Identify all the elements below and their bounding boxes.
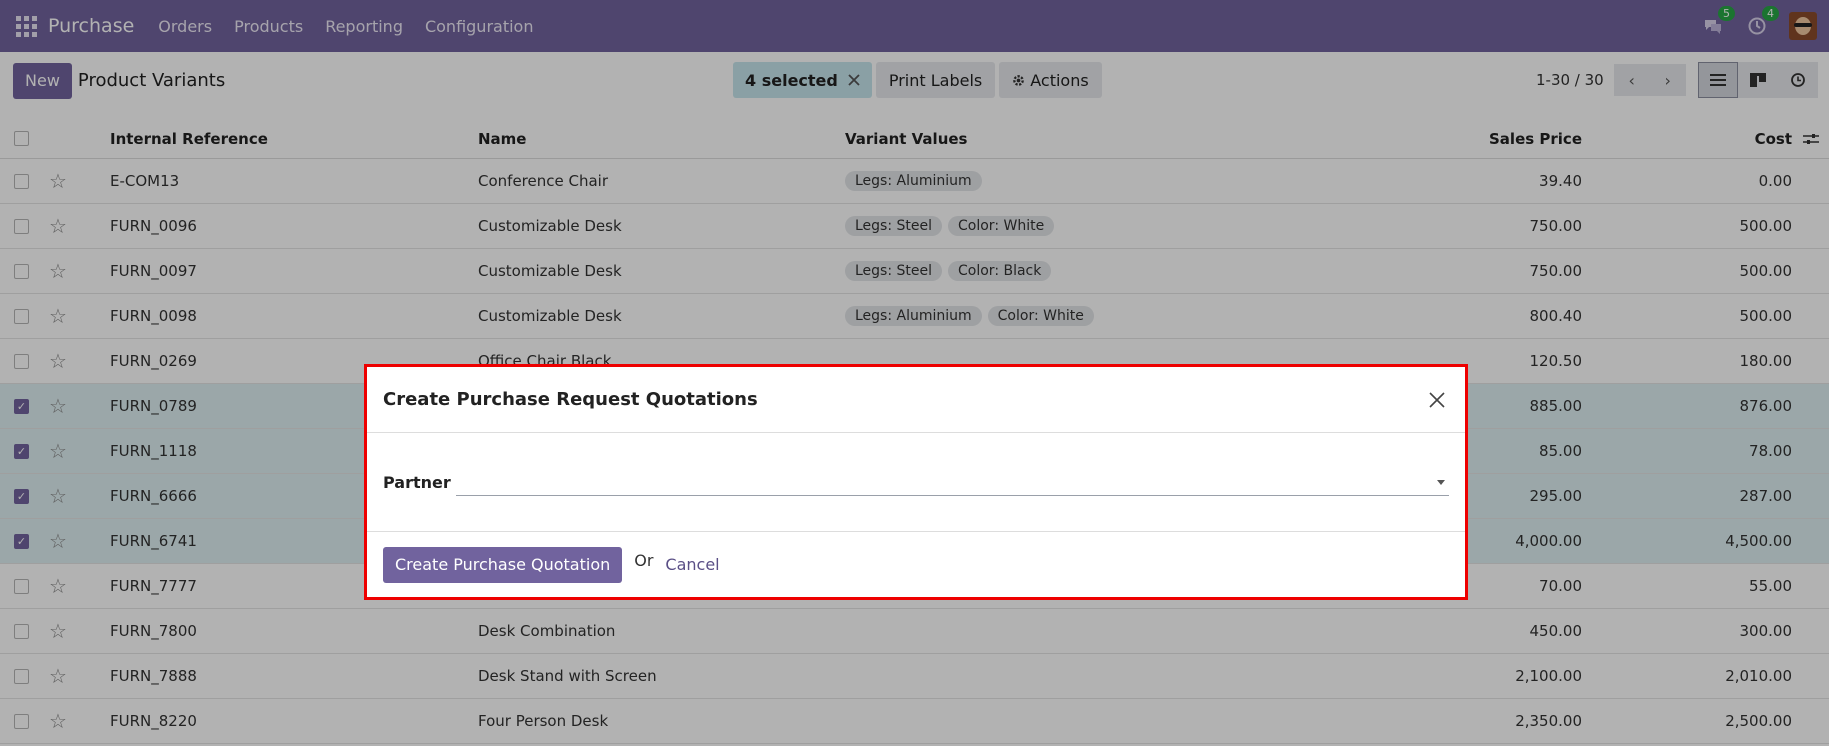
create-quotation-dialog: Create Purchase Request Quotations Partn… bbox=[364, 364, 1468, 600]
partner-label: Partner bbox=[383, 472, 451, 492]
dialog-body: Partner bbox=[367, 433, 1465, 532]
cancel-link[interactable]: Cancel bbox=[665, 555, 719, 574]
partner-input[interactable] bbox=[456, 472, 1449, 491]
close-button[interactable] bbox=[1425, 388, 1449, 412]
partner-field[interactable] bbox=[456, 468, 1449, 496]
dialog-footer: Create Purchase Quotation Or Cancel bbox=[367, 532, 1465, 597]
close-icon bbox=[1429, 391, 1445, 408]
dialog-title: Create Purchase Request Quotations bbox=[383, 389, 758, 410]
create-purchase-quotation-button[interactable]: Create Purchase Quotation bbox=[383, 546, 623, 583]
or-text: Or bbox=[634, 551, 654, 570]
dropdown-caret-icon[interactable] bbox=[1437, 480, 1445, 485]
dialog-header: Create Purchase Request Quotations bbox=[367, 367, 1465, 433]
